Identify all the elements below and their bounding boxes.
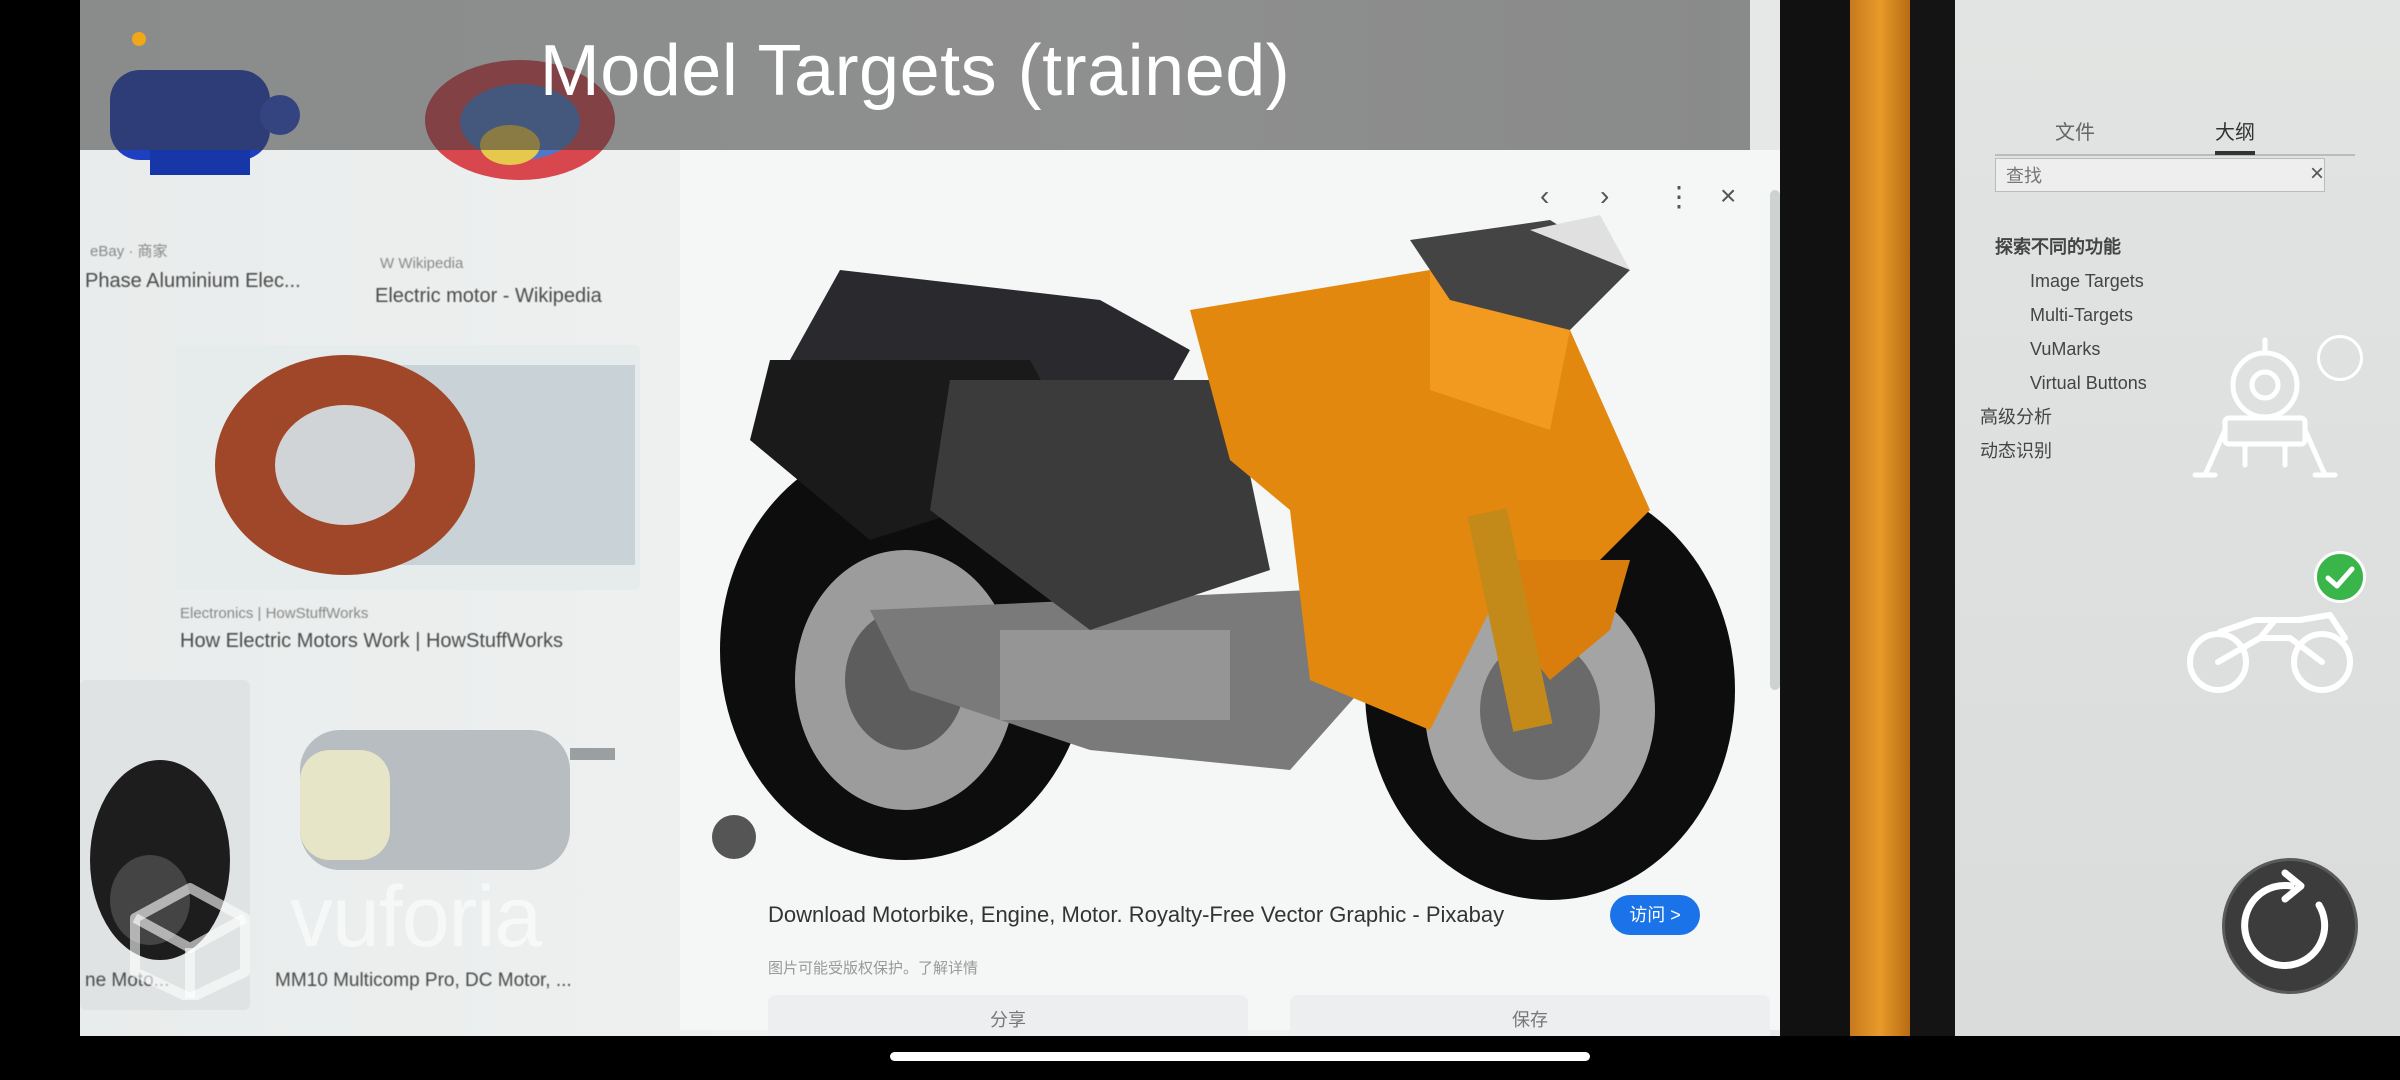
- vuforia-watermark: vuforia: [125, 869, 542, 1005]
- home-indicator[interactable]: [890, 1052, 1590, 1061]
- motorbike-model: [720, 215, 1735, 900]
- title-bar: Model Targets (trained): [80, 0, 1750, 150]
- thumb-rotor: [175, 345, 640, 590]
- result-source: Electronics | HowStuffWorks: [180, 605, 369, 622]
- outline-item[interactable]: Image Targets: [1975, 264, 2375, 298]
- thumb-dc-motor: [280, 690, 620, 890]
- scrollbar[interactable]: [1770, 190, 1780, 690]
- result-caption[interactable]: Phase Aluminium Elec...: [85, 270, 301, 293]
- share-button[interactable]: 分享: [768, 995, 1248, 1036]
- check-icon: [2314, 551, 2366, 603]
- result-caption[interactable]: How Electric Motors Work | HowStuffWorks: [180, 630, 563, 653]
- watermark-text: vuforia: [290, 869, 542, 965]
- chevron-right-icon[interactable]: ›: [1600, 180, 1609, 212]
- chevron-left-icon[interactable]: ‹: [1540, 180, 1549, 212]
- outline-search-input[interactable]: 查找: [1995, 158, 2325, 192]
- tab-files[interactable]: 文件: [2055, 116, 2095, 145]
- monitor-bezel: [1780, 0, 1850, 1036]
- result-source: eBay · 商家: [90, 243, 168, 260]
- vuforia-logo-icon: [130, 883, 250, 1003]
- lander-selection-indicator: [2317, 335, 2363, 381]
- refresh-icon: [2241, 869, 2329, 969]
- reset-button[interactable]: [2222, 858, 2358, 994]
- close-icon[interactable]: ×: [1720, 180, 1736, 212]
- tab-outline[interactable]: 大纲: [2215, 116, 2255, 155]
- outline-item[interactable]: Multi-Targets: [1975, 298, 2375, 332]
- result-caption[interactable]: Electric motor - Wikipedia: [375, 285, 602, 308]
- ar-screen: eBay · 商家 Phase Aluminium Elec... W Wiki…: [0, 0, 2400, 1080]
- result-caption[interactable]: MM10 Multicomp Pro, DC Motor, ...: [275, 970, 572, 992]
- outline-item[interactable]: 探索不同的功能: [1975, 230, 2375, 264]
- outline-tabs: 文件 大纲: [1995, 110, 2355, 156]
- close-icon[interactable]: ×: [2310, 160, 2324, 188]
- copyright-note: 图片可能受版权保护。了解详情: [768, 960, 979, 977]
- wall-background: [1850, 0, 1910, 1036]
- save-button[interactable]: 保存: [1290, 995, 1770, 1036]
- result-source: W Wikipedia: [380, 255, 464, 272]
- page-title: Model Targets (trained): [539, 31, 1291, 111]
- more-icon[interactable]: ⋮: [1665, 180, 1693, 213]
- status-dot: [132, 32, 146, 46]
- monitor-bezel-right: [1910, 0, 1955, 1036]
